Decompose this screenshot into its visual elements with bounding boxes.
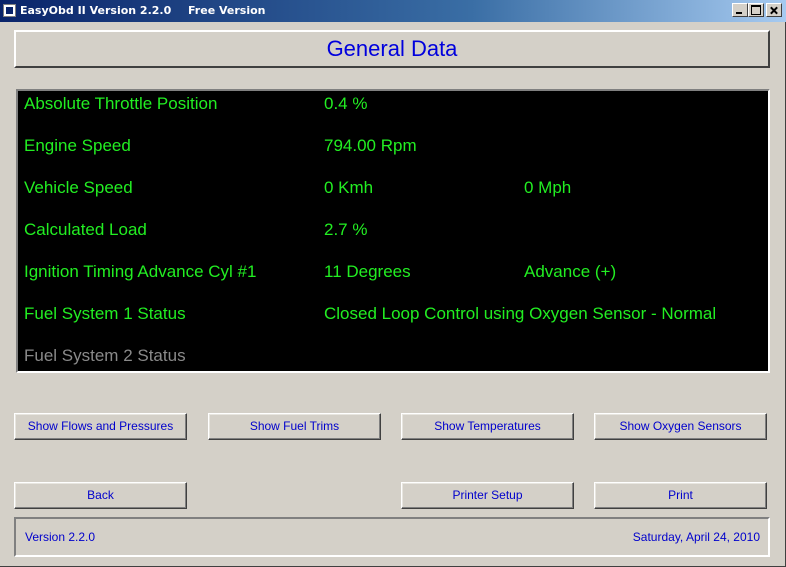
- date-label: Saturday, April 24, 2010: [632, 530, 760, 544]
- data-row-fuel-system-1: Fuel System 1 Status Closed Loop Control…: [24, 303, 764, 325]
- version-label: Version 2.2.0: [25, 530, 96, 544]
- minimize-icon[interactable]: [732, 3, 748, 17]
- data-row-engine-speed: Engine Speed 794.00 Rpm: [24, 135, 764, 157]
- show-oxygen-sensors-button[interactable]: Show Oxygen Sensors: [594, 413, 767, 440]
- show-fuel-trims-button[interactable]: Show Fuel Trims: [208, 413, 381, 440]
- page-title: General Data: [14, 30, 770, 68]
- show-temperatures-button[interactable]: Show Temperatures: [401, 413, 574, 440]
- data-row-fuel-system-2: Fuel System 2 Status: [24, 345, 764, 367]
- row-value: 11 Degrees: [324, 262, 411, 281]
- show-flows-pressures-button[interactable]: Show Flows and Pressures: [14, 413, 187, 440]
- row-label: Ignition Timing Advance Cyl #1: [24, 262, 257, 281]
- data-panel: Absolute Throttle Position 0.4 % Engine …: [16, 89, 770, 373]
- app-window: EasyObd II Version 2.2.0 Free Version Ge…: [0, 0, 786, 567]
- data-row-ignition-timing: Ignition Timing Advance Cyl #1 11 Degree…: [24, 261, 764, 283]
- row-label: Fuel System 2 Status: [24, 346, 186, 365]
- row-value: 794.00 Rpm: [324, 136, 417, 155]
- window-controls: [732, 3, 782, 19]
- row-value: 0 Kmh: [324, 178, 374, 197]
- title-bar[interactable]: EasyObd II Version 2.2.0 Free Version: [0, 0, 786, 22]
- row-label: Engine Speed: [24, 136, 131, 155]
- row-extra: Advance (+): [524, 262, 617, 281]
- row-value: 0.4 %: [324, 94, 368, 113]
- row-label: Fuel System 1 Status: [24, 304, 186, 323]
- window-title: EasyObd II Version 2.2.0: [20, 4, 172, 17]
- row-label: Absolute Throttle Position: [24, 94, 218, 113]
- row-extra: 0 Mph: [524, 178, 572, 197]
- data-row-calculated-load: Calculated Load 2.7 %: [24, 219, 764, 241]
- row-label: Calculated Load: [24, 220, 147, 239]
- back-button[interactable]: Back: [14, 482, 187, 509]
- app-icon[interactable]: [3, 4, 16, 17]
- row-value: 2.7 %: [324, 220, 368, 239]
- data-row-vehicle-speed: Vehicle Speed 0 Kmh 0 Mph: [24, 177, 764, 199]
- data-row-throttle: Absolute Throttle Position 0.4 %: [24, 93, 764, 115]
- print-button[interactable]: Print: [594, 482, 767, 509]
- row-value: Closed Loop Control using Oxygen Sensor …: [324, 304, 717, 323]
- status-bar: Version 2.2.0 Saturday, April 24, 2010: [14, 517, 770, 557]
- row-label: Vehicle Speed: [24, 178, 133, 197]
- close-icon[interactable]: [766, 3, 782, 17]
- window-edition: Free Version: [188, 4, 266, 17]
- printer-setup-button[interactable]: Printer Setup: [401, 482, 574, 509]
- maximize-icon[interactable]: [748, 3, 764, 17]
